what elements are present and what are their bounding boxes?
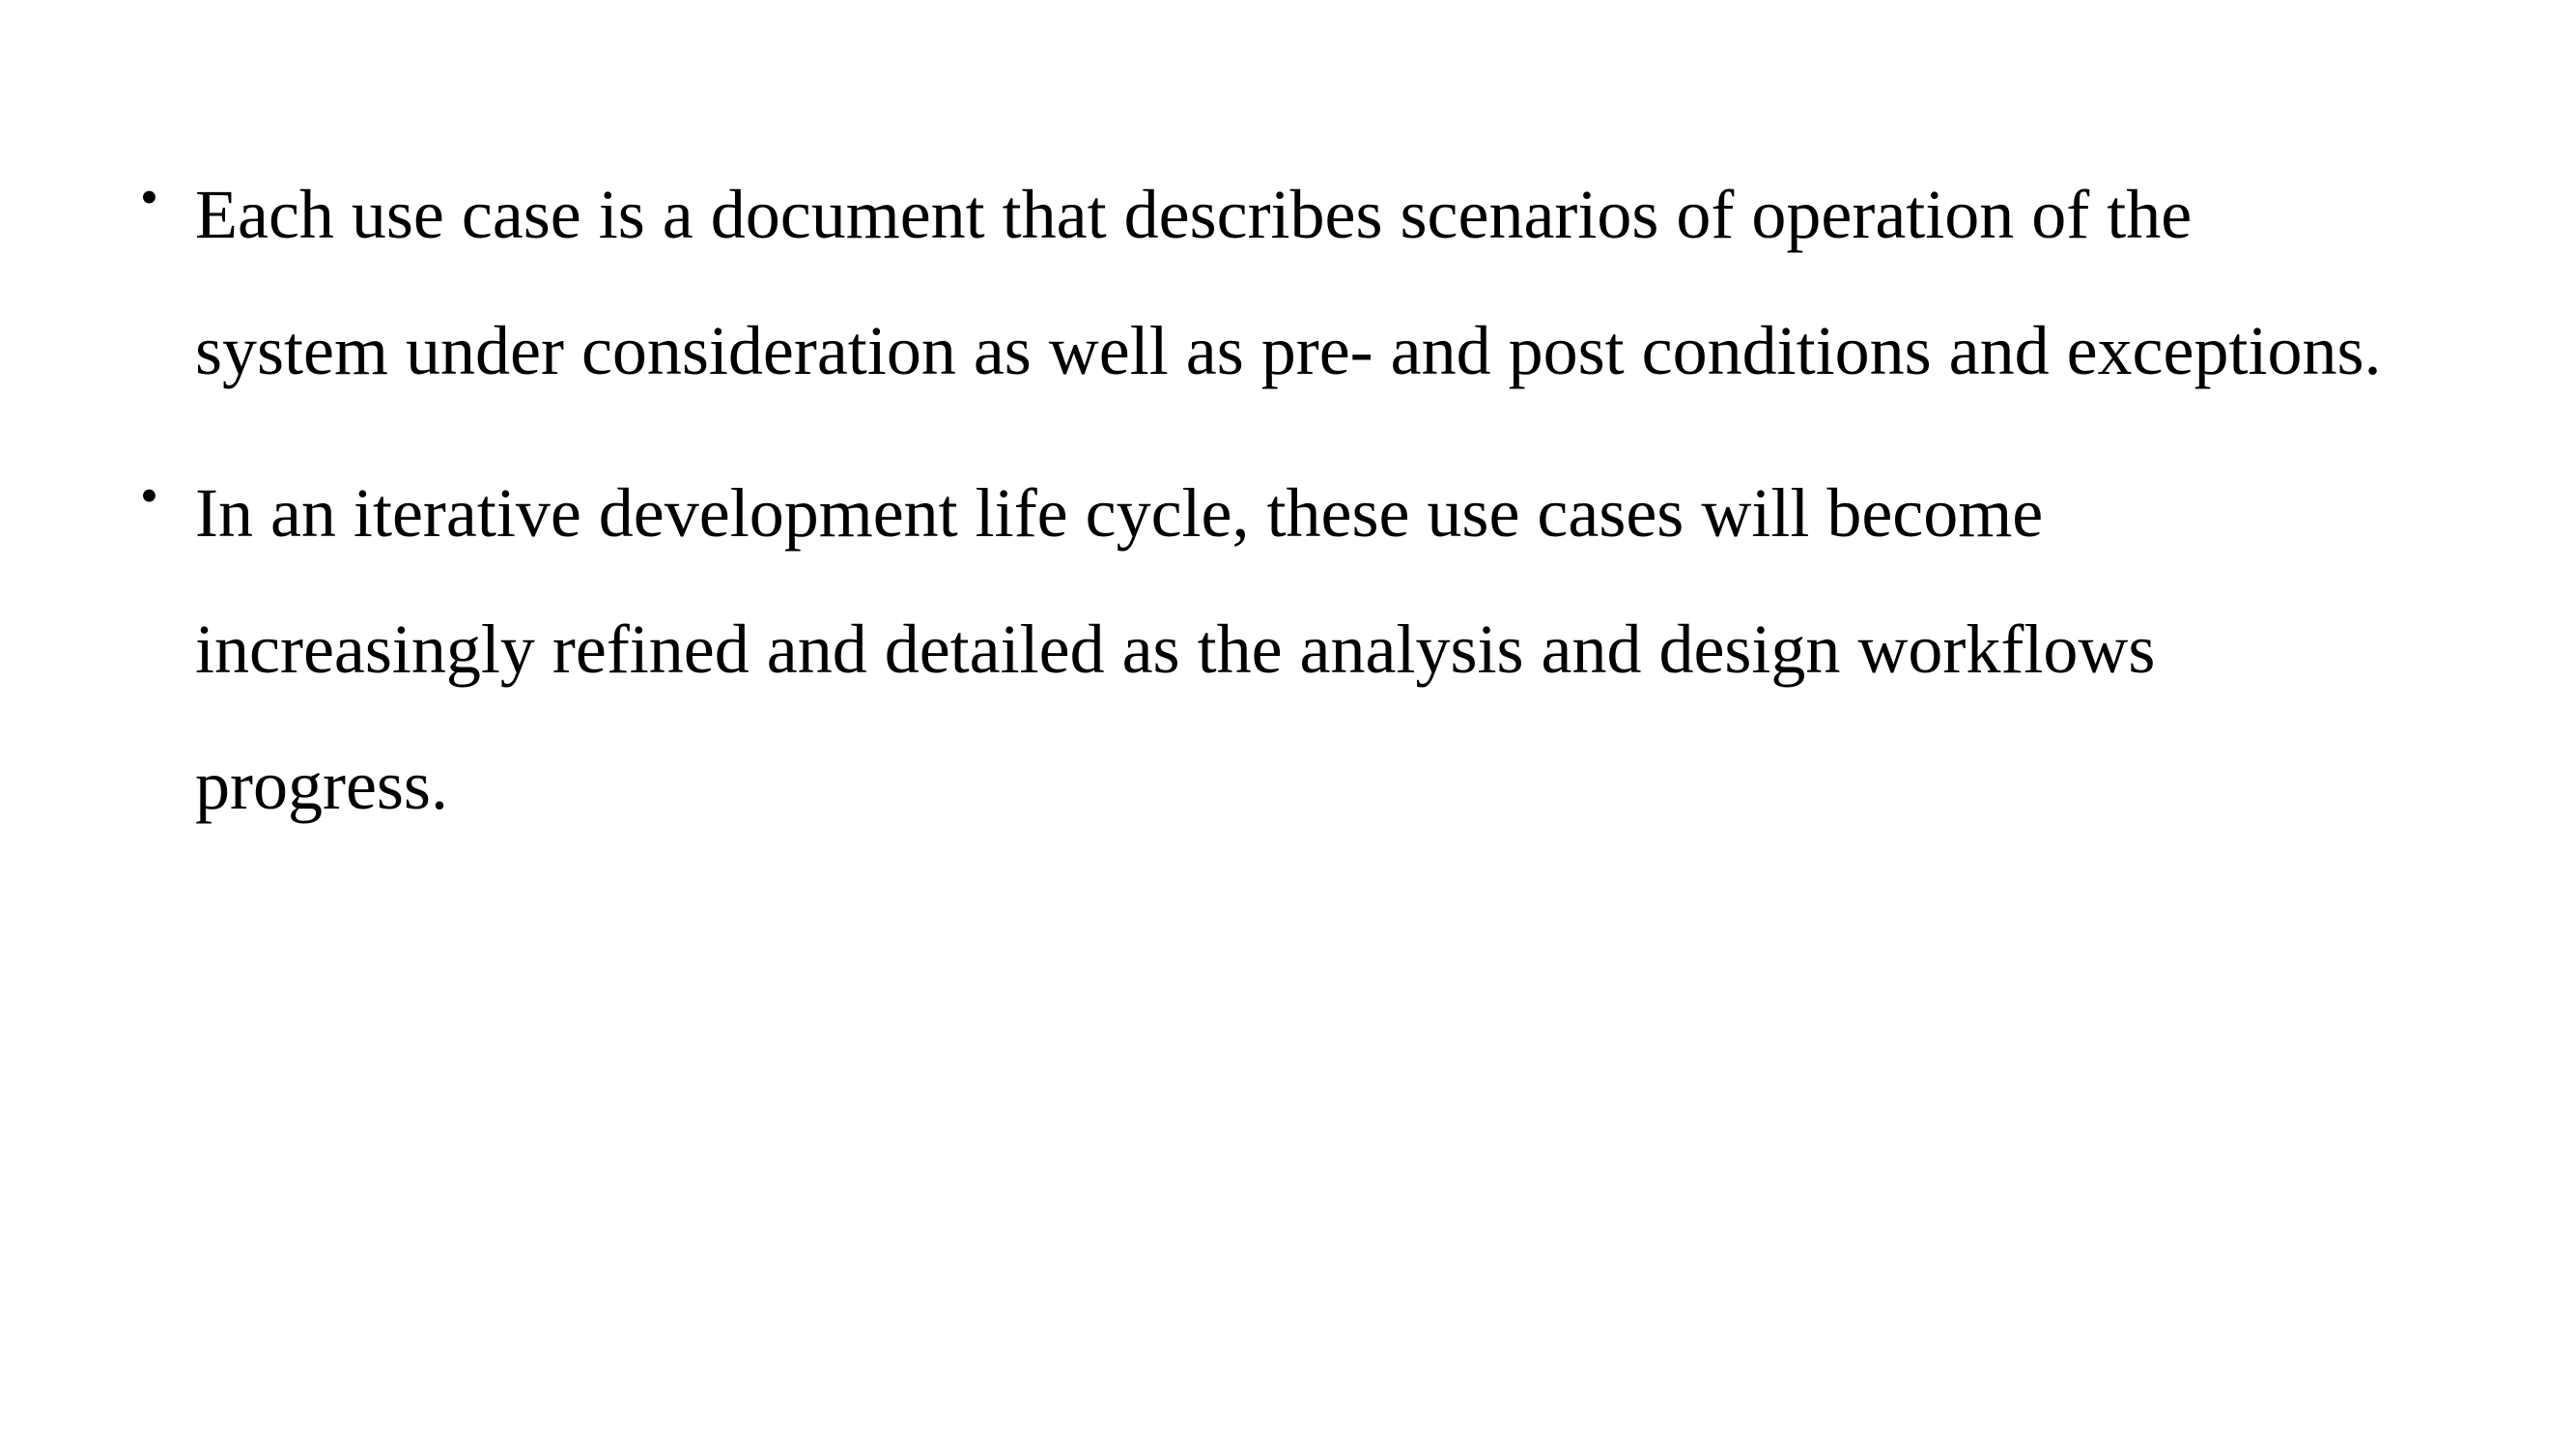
bullet-item-iterative-lifecycle: • In an iterative development life cycle…: [140, 445, 2400, 854]
bullet-list: • Each use case is a document that descr…: [140, 147, 2400, 880]
bullet-icon: •: [140, 467, 158, 525]
bullet-item-use-case-document: • Each use case is a document that descr…: [140, 147, 2400, 419]
bullet-text: Each use case is a document that describ…: [195, 176, 2382, 389]
slide: • Each use case is a document that descr…: [0, 0, 2576, 1449]
bullet-text: In an iterative development life cycle, …: [195, 474, 2156, 824]
bullet-icon: •: [140, 168, 158, 226]
